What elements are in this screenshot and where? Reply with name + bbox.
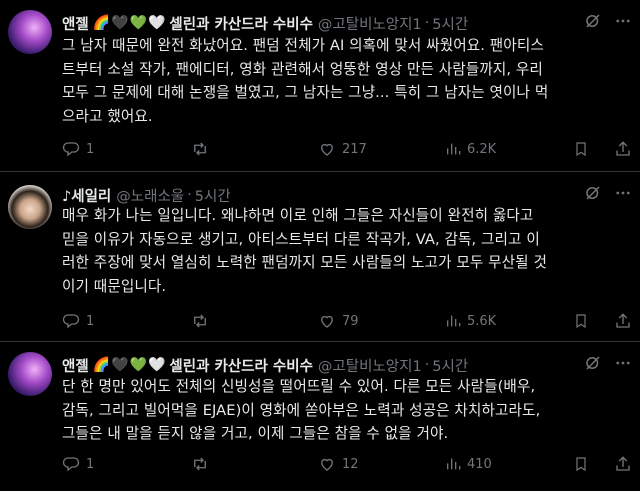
reply-count: 1 (86, 141, 95, 157)
reply-button[interactable]: 1 (62, 140, 94, 158)
bookmark-button[interactable] (573, 455, 589, 473)
view-count: 410 (467, 456, 492, 472)
handle[interactable]: @고탈비노앙지1 (318, 13, 422, 34)
like-count: 79 (342, 313, 359, 329)
reply-count: 1 (86, 313, 95, 329)
like-button[interactable]: 12 (318, 455, 359, 473)
avatar[interactable] (8, 352, 52, 396)
views-icon (447, 143, 461, 155)
share-button[interactable] (614, 140, 632, 158)
retweet-icon (194, 457, 206, 471)
retweet-button[interactable] (190, 312, 216, 330)
action-bar: 1 217 6.2K (62, 140, 630, 160)
tweet-text: 그 남자 때문에 완전 화났어요. 팬덤 전체가 AI 의혹에 맞서 싸웠어요.… (62, 37, 549, 125)
share-icon (616, 456, 630, 471)
heart-icon (321, 315, 333, 328)
tweet[interactable]: 앤젤 🌈🖤💚🤍 셀린과 카산드라 수비수 @고탈비노앙지1 · 5시간 그 남자… (0, 0, 640, 172)
avatar[interactable] (8, 185, 52, 229)
like-count: 12 (342, 456, 359, 472)
more-icon[interactable] (614, 12, 632, 34)
timestamp[interactable]: 5시간 (432, 13, 468, 34)
retweet-button[interactable] (190, 140, 216, 158)
tweet-text: 매우 화가 나는 일입니다. 왜냐하면 이로 인해 그들은 자신들이 완전히 옳… (62, 207, 547, 295)
name-emoji: 🌈🖤💚🤍 (92, 357, 167, 373)
share-icon (616, 313, 630, 328)
views-button[interactable]: 5.6K (445, 312, 496, 330)
grok-icon[interactable] (584, 12, 602, 34)
reply-icon (62, 314, 80, 329)
like-count: 217 (342, 141, 367, 157)
bookmark-icon (576, 142, 586, 157)
name-emoji: 🌈🖤💚🤍 (92, 15, 167, 31)
retweet-icon (194, 142, 206, 156)
handle[interactable]: @노래소울 (116, 185, 184, 206)
retweet-button[interactable] (190, 455, 216, 473)
display-name-suffix[interactable]: 셀린과 카산드라 수비수 (169, 13, 313, 34)
bookmark-button[interactable] (573, 140, 589, 158)
more-icon[interactable] (614, 184, 632, 206)
bookmark-icon (576, 457, 586, 472)
action-bar: 1 79 5.6K (62, 312, 630, 332)
tweet[interactable]: 앤젤 🌈🖤💚🤍 셀린과 카산드라 수비수 @고탈비노앙지1 · 5시간 단 한 … (0, 342, 640, 491)
timestamp[interactable]: 5시간 (195, 185, 231, 206)
tweet-header: 앤젤 🌈🖤💚🤍 셀린과 카산드라 수비수 @고탈비노앙지1 · 5시간 (62, 12, 632, 34)
more-icon[interactable] (614, 354, 632, 376)
display-name[interactable]: ♪세일리 (62, 185, 111, 206)
views-button[interactable]: 6.2K (445, 140, 496, 158)
separator-dot: · (187, 187, 192, 203)
tweet-header: ♪세일리 @노래소울 · 5시간 (62, 184, 632, 206)
heart-icon (321, 458, 333, 471)
tweet-text: 단 한 명만 있어도 전체의 신빙성을 떨어뜨릴 수 있어. 다른 모든 사람들… (62, 378, 541, 442)
retweet-icon (194, 314, 206, 328)
action-bar: 1 12 410 (62, 455, 630, 475)
like-button[interactable]: 217 (318, 140, 367, 158)
avatar[interactable] (8, 10, 52, 54)
display-name-suffix[interactable]: 셀린과 카산드라 수비수 (169, 355, 313, 376)
reply-count: 1 (86, 456, 95, 472)
display-name[interactable]: 앤젤 (62, 355, 89, 376)
share-button[interactable] (614, 312, 632, 330)
reply-button[interactable]: 1 (62, 312, 94, 330)
share-button[interactable] (614, 455, 632, 473)
reply-button[interactable]: 1 (62, 455, 94, 473)
bookmark-icon (576, 314, 586, 329)
display-name[interactable]: 앤젤 (62, 13, 89, 34)
view-count: 5.6K (467, 313, 497, 329)
grok-icon[interactable] (584, 354, 602, 376)
separator-dot: · (424, 357, 430, 373)
views-icon (447, 458, 461, 470)
bookmark-button[interactable] (573, 312, 589, 330)
timestamp[interactable]: 5시간 (432, 355, 468, 376)
heart-icon (321, 143, 333, 156)
like-button[interactable]: 79 (318, 312, 359, 330)
handle[interactable]: @고탈비노앙지1 (318, 355, 422, 376)
reply-icon (62, 142, 80, 157)
separator-dot: · (424, 15, 430, 31)
reply-icon (62, 457, 80, 472)
views-button[interactable]: 410 (445, 455, 492, 473)
views-icon (447, 315, 461, 327)
header-actions (584, 184, 632, 206)
grok-icon[interactable] (584, 184, 602, 206)
tweet-header: 앤젤 🌈🖤💚🤍 셀린과 카산드라 수비수 @고탈비노앙지1 · 5시간 (62, 354, 632, 376)
tweet[interactable]: ♪세일리 @노래소울 · 5시간 매우 화가 나는 일입니다. 왜냐하면 이로 … (0, 172, 640, 342)
share-icon (616, 141, 630, 156)
view-count: 6.2K (467, 141, 497, 157)
header-actions (584, 12, 632, 34)
header-actions (584, 354, 632, 376)
